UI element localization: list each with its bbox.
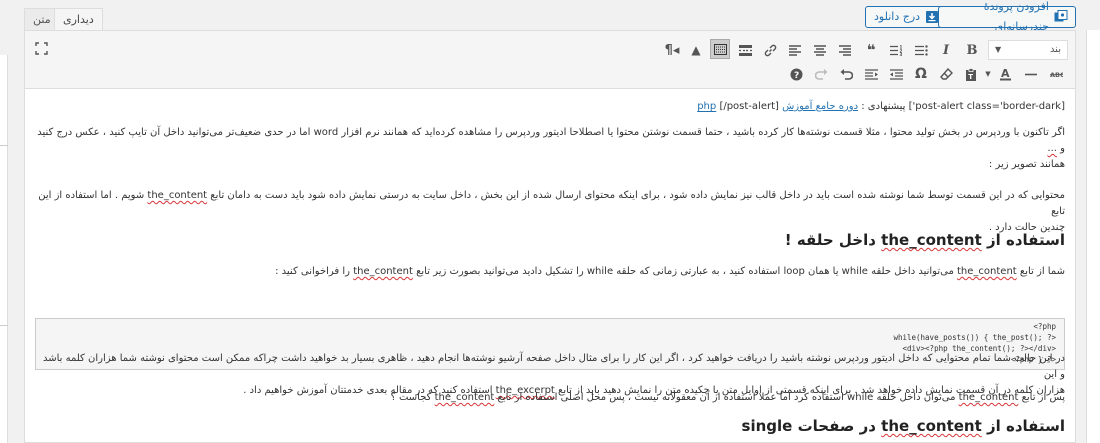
course-link[interactable]: دوره جامع آموزش (782, 101, 858, 112)
heading-2-prefix: استفاده از (987, 417, 1065, 435)
download-icon (925, 10, 939, 24)
toolbar-toggle-icon[interactable] (710, 39, 730, 59)
inline-code-the-content: the_content (147, 190, 208, 201)
paragraph-2-text-a: محتوایی که در این قسمت توسط شما نوشته شد… (210, 190, 1065, 201)
right-edge-panel (1086, 30, 1100, 443)
indent-icon[interactable] (861, 64, 881, 84)
chevron-down-icon[interactable]: ▼ (983, 64, 993, 84)
insert-download-label: درج دانلود (874, 10, 921, 23)
editor-toolbar: بند ▼ B I 123 ❝ ▲ ¶◂ ABC A ▼ T Ω ? (25, 31, 1075, 89)
heading-2-code: the_content (881, 417, 982, 435)
editor-container: بند ▼ B I 123 ❝ ▲ ¶◂ ABC A ▼ T Ω ? [post… (24, 30, 1076, 443)
shortcode-open: [post-alert class='border-dark'] پیشنهاد… (861, 101, 1065, 112)
align-center-icon[interactable] (810, 40, 830, 60)
paragraph-4-line-1: در این حالت شما تمام محتوایی که داخل ادی… (42, 353, 1065, 380)
undo-icon[interactable] (836, 64, 856, 84)
italic-icon[interactable]: I (936, 40, 956, 60)
left-panel-divider (0, 145, 8, 146)
svg-text:?: ? (794, 71, 799, 81)
paragraph-5-text-c: کجاست ؟ (390, 392, 432, 403)
special-character-icon[interactable]: Ω (911, 64, 931, 84)
heading-1-prefix: استفاده از (987, 231, 1065, 249)
heading-1-code: the_content (881, 231, 982, 249)
text-color-icon[interactable]: A (995, 64, 1015, 84)
bold-icon[interactable]: B (962, 40, 982, 60)
add-media-button[interactable]: افزودن پروندهٔ چندرسانه‌ای (938, 0, 1076, 33)
editor-content[interactable]: [post-alert class='border-dark'] پیشنهاد… (25, 90, 1075, 442)
inline-code-the-content: the_content (353, 266, 413, 277)
horizontal-line-icon[interactable] (1021, 64, 1041, 84)
left-panel-strip (0, 55, 8, 443)
heading-2-suffix: در صفحات single (741, 417, 876, 435)
align-right-icon[interactable] (835, 40, 855, 60)
inline-code-the-content: the_content (434, 392, 495, 403)
paragraph-3-text-c: را فراخوانی کنید : (275, 266, 350, 277)
numbered-list-icon[interactable]: 123 (886, 40, 906, 60)
left-panel-divider (0, 325, 8, 326)
link-icon[interactable] (760, 40, 780, 60)
media-icon (1054, 10, 1068, 24)
heading-1-suffix: داخل حلقه ! (784, 231, 876, 249)
course-link-php[interactable]: php (697, 101, 716, 112)
paragraph-1-text: اگر تاکنون با وردپرس در بخش تولید محتوا … (37, 127, 1065, 154)
strikethrough-icon[interactable]: ABC (1046, 64, 1066, 84)
paragraph-2-line-1: محتوایی که در این قسمت توسط شما نوشته شد… (35, 188, 1065, 220)
heading-2: استفاده از the_content در صفحات single (742, 417, 1065, 435)
heading-1: استفاده از the_content داخل حلقه ! (785, 231, 1065, 249)
paragraph-5: پس از تابع the_content می‌توان داخل حلقه… (390, 390, 1065, 406)
blockquote-icon[interactable]: ❝ (861, 40, 881, 60)
insert-download-button[interactable]: درج دانلود (865, 6, 948, 28)
shortcode-close: [/post-alert] (719, 101, 779, 112)
paragraph-5-text-b: می‌توان داخل حلقه while استفاده کرد اما … (497, 392, 956, 403)
outdent-icon[interactable] (886, 64, 906, 84)
left-edge (0, 0, 24, 443)
inline-code-the-content: the_content (958, 392, 1019, 403)
format-select[interactable]: بند ▼ (988, 40, 1068, 60)
redo-icon[interactable] (811, 64, 831, 84)
paragraph-5-text-a: پس از تابع (1021, 392, 1065, 403)
editor-top-row: متن دیداری درج دانلود افزودن پروندهٔ چند… (24, 0, 1076, 33)
svg-text:ABC: ABC (1050, 71, 1063, 79)
paragraph-2: محتوایی که در این قسمت توسط شما نوشته شد… (35, 188, 1065, 236)
paragraph-3-text-b: می‌توانید داخل حلقه while یا همان loop ا… (416, 266, 954, 277)
read-more-icon[interactable] (735, 40, 755, 60)
distraction-free-icon[interactable] (31, 38, 51, 58)
paragraph-1-line-1: اگر تاکنون با وردپرس در بخش تولید محتوا … (35, 125, 1065, 157)
triangle-icon[interactable]: ▲ (686, 40, 706, 60)
code-line-1: <?php (1033, 322, 1056, 331)
paste-text-icon[interactable]: T (961, 64, 981, 84)
paragraph-3: شما از تابع the_content می‌توانید داخل ح… (275, 264, 1065, 280)
rtl-paragraph-icon[interactable]: ¶◂ (662, 40, 682, 60)
chevron-down-icon: ▼ (995, 45, 1002, 54)
bullet-list-icon[interactable] (911, 40, 931, 60)
paragraph-1-ellipsis: ... (1047, 143, 1057, 154)
code-line-2: while(have_posts()) { the_post(); ?> (893, 333, 1056, 342)
svg-text:T: T (968, 73, 973, 81)
align-left-icon[interactable] (785, 40, 805, 60)
shortcode-line: [post-alert class='border-dark'] پیشنهاد… (697, 99, 1065, 115)
svg-text:A: A (1001, 67, 1010, 80)
paragraph-1: اگر تاکنون با وردپرس در بخش تولید محتوا … (35, 125, 1065, 173)
tab-visual[interactable]: دیداری (54, 8, 103, 32)
inline-code-the-content: the_content (957, 266, 1017, 277)
svg-text:3: 3 (899, 52, 902, 56)
clear-formatting-icon[interactable] (936, 64, 956, 84)
help-icon[interactable]: ? (786, 64, 806, 84)
paragraph-1-line-2: همانند تصویر زیر : (988, 159, 1065, 170)
format-select-value: بند (1049, 44, 1061, 55)
paragraph-3-text-a: شما از تابع (1019, 266, 1065, 277)
